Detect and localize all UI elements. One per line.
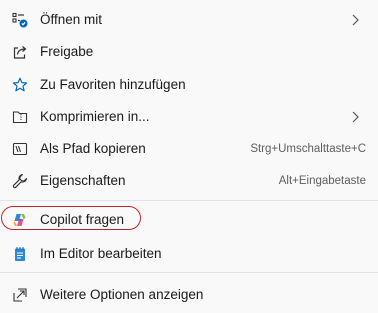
menu-item-add-favorites[interactable]: Zu Favoriten hinzufügen: [4, 70, 372, 100]
menu-item-ask-copilot[interactable]: Copilot fragen: [1, 205, 372, 235]
menu-item-label: Als Pfad kopieren: [40, 141, 146, 156]
share-icon: [12, 44, 28, 60]
menu-item-properties[interactable]: Eigenschaften Alt+Eingabetaste: [4, 166, 372, 196]
menu-item-label: Öffnen mit: [40, 12, 103, 27]
menu-separator: [0, 272, 378, 273]
menu-item-open-with[interactable]: Öffnen mit: [4, 5, 372, 35]
menu-item-label: Weitere Optionen anzeigen: [40, 287, 204, 302]
more-options-icon: [12, 287, 28, 303]
menu-item-label: Zu Favoriten hinzufügen: [40, 77, 186, 92]
menu-item-copy-path[interactable]: Als Pfad kopieren Strg+Umschalttaste+C: [4, 134, 372, 164]
menu-item-label: Im Editor bearbeiten: [40, 246, 162, 261]
menu-item-show-more-options[interactable]: Weitere Optionen anzeigen: [4, 280, 372, 310]
keyboard-shortcut: Alt+Eingabetaste: [278, 175, 366, 187]
menu-item-label: Freigabe: [40, 44, 94, 59]
keyboard-shortcut: Strg+Umschalttaste+C: [250, 143, 366, 155]
menu-item-compress[interactable]: Komprimieren in...: [4, 102, 372, 132]
menu-separator: [0, 200, 378, 201]
menu-item-edit-in-notepad[interactable]: Im Editor bearbeiten: [4, 239, 372, 269]
wrench-icon: [12, 173, 28, 189]
star-icon: [12, 77, 28, 93]
open-with-icon: [12, 12, 28, 28]
chevron-right-icon: [350, 13, 360, 27]
copilot-icon: [12, 212, 28, 228]
compress-folder-icon: [12, 109, 28, 125]
menu-item-share[interactable]: Freigabe: [4, 37, 372, 67]
menu-item-label: Eigenschaften: [40, 173, 126, 188]
menu-item-label: Komprimieren in...: [40, 109, 150, 124]
notepad-icon: [12, 246, 28, 262]
chevron-right-icon: [350, 110, 360, 124]
copy-path-icon: [12, 141, 28, 157]
menu-item-label: Copilot fragen: [40, 212, 125, 227]
context-menu: Öffnen mit Freigabe Zu Favoriten hinzufü…: [0, 0, 378, 313]
